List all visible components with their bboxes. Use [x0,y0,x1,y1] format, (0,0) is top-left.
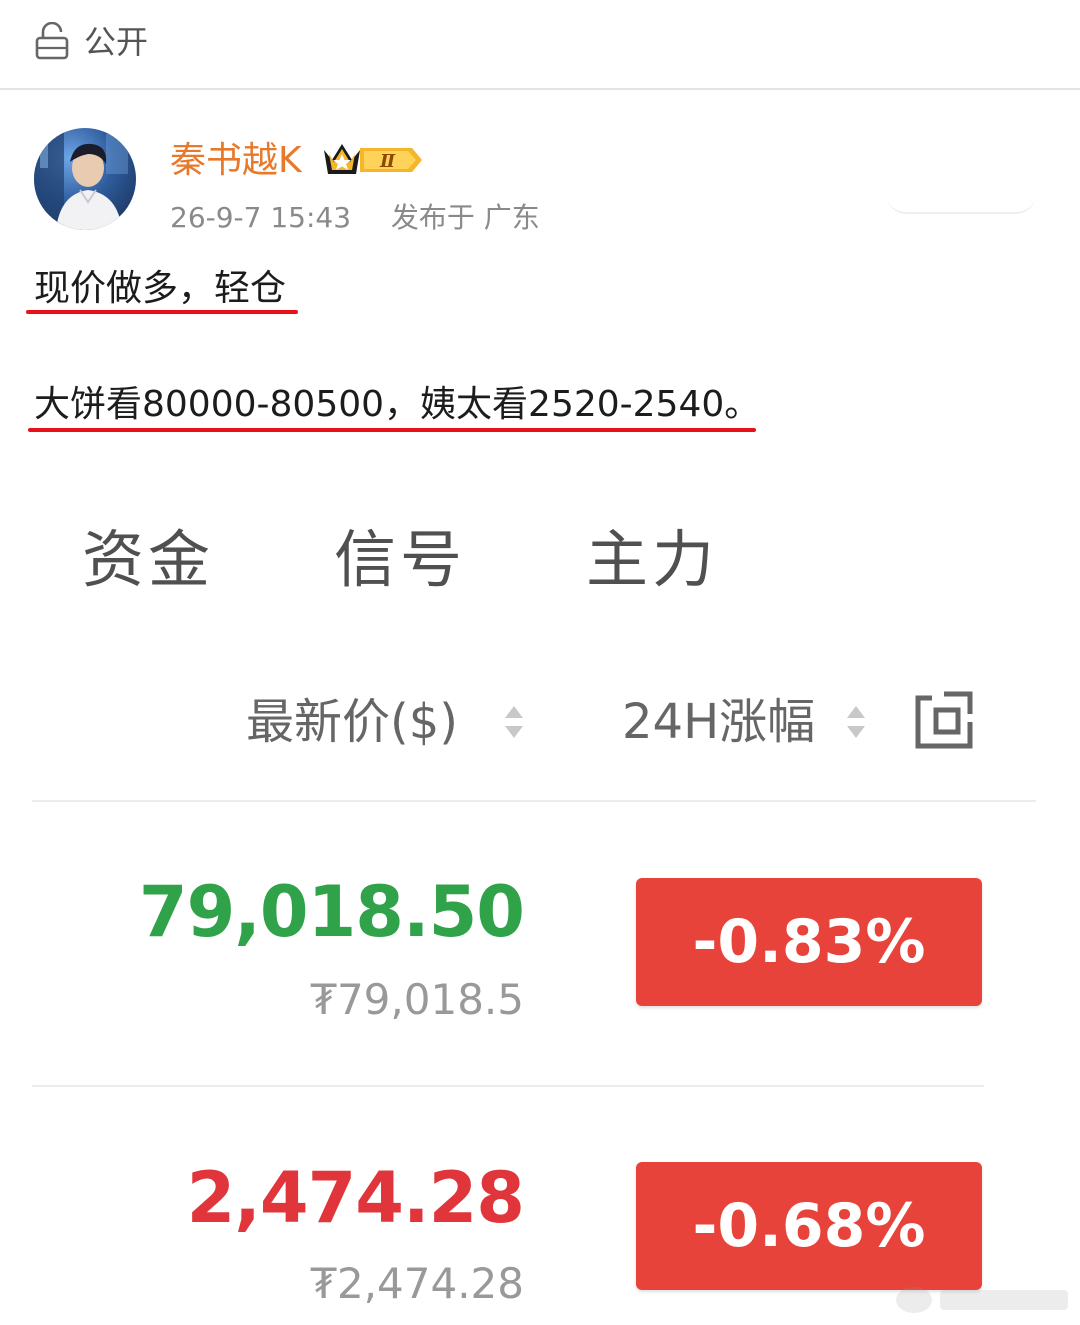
share-icon[interactable] [910,688,978,752]
post-text-line: 现价做多，轻仓 [34,268,287,309]
avatar-image [34,128,128,230]
vip-level: Ⅱ [379,151,396,172]
post-location: 发布于 广东 [390,201,540,234]
author-name[interactable]: 秦书越K [170,138,302,184]
divider [0,88,1080,90]
sort-icon[interactable] [844,700,868,744]
crown-icon: Ⅱ [324,144,422,174]
red-underline [26,310,298,314]
price-converted: ₮2,474.28 [310,1259,524,1308]
post-time: 26-9-7 15:43 [170,201,352,234]
column-header-price[interactable]: 最新价($) [246,692,458,752]
change-badge[interactable]: -0.68% [636,1162,982,1290]
row-divider [32,800,1036,802]
watermark-logo [896,1287,1068,1313]
row-divider [32,1085,984,1087]
tab-funds[interactable]: 资金 [82,520,214,600]
post-meta: 26-9-7 15:43 发布于 广东 [170,200,540,236]
visibility-bar[interactable]: 公开 [0,0,1080,88]
sort-icon[interactable] [502,700,526,744]
tab-main-force[interactable]: 主力 [586,520,718,600]
lock-open-icon [35,22,69,60]
follow-button-edge[interactable] [886,188,1036,214]
red-underline [28,428,756,432]
visibility-label: 公开 [84,23,149,61]
price-usd: 2,474.28 [186,1157,525,1239]
price-converted: ₮79,018.5 [310,975,524,1024]
column-header-change[interactable]: 24H涨幅 [622,692,815,752]
tab-signals[interactable]: 信号 [334,520,466,600]
change-badge[interactable]: -0.83% [636,878,982,1006]
post-text-line: 大饼看80000-80500，姨太看2520-2540。 [34,384,761,425]
avatar[interactable] [34,128,136,230]
price-usd: 79,018.50 [138,871,525,953]
